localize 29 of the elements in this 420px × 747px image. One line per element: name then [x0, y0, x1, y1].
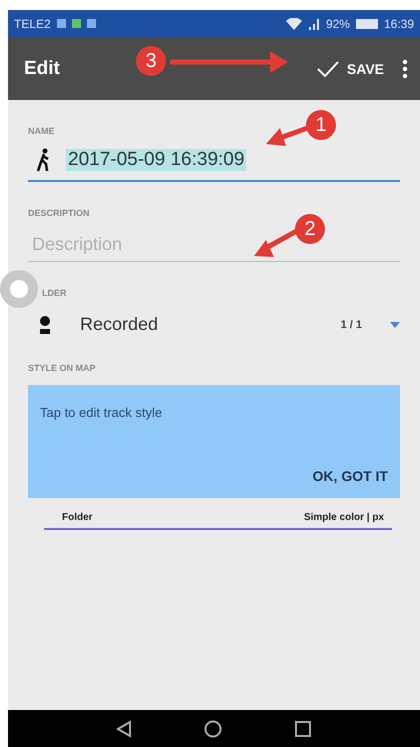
battery-icon: [356, 18, 378, 28]
home-icon[interactable]: [204, 720, 222, 738]
battery-percent: 92%: [326, 16, 350, 30]
carrier-name: TELE2: [14, 16, 51, 30]
annotation-number: 2: [295, 214, 325, 244]
dropdown-caret-icon[interactable]: [390, 322, 400, 328]
record-icon: [38, 314, 52, 334]
annotation-number: 1: [306, 110, 336, 140]
field-label: DESCRIPTION: [28, 208, 90, 218]
clock: 16:39: [384, 16, 414, 30]
field-label: LDER: [42, 288, 66, 298]
field-label: STYLE ON MAP: [28, 363, 96, 373]
hint-text: Tap to edit track style: [40, 405, 164, 420]
wifi-icon: [286, 18, 302, 30]
screen-title: Edit: [24, 58, 60, 80]
style-value: Simple color | px: [304, 512, 384, 523]
recents-icon[interactable]: [294, 720, 312, 738]
back-icon[interactable]: [116, 720, 132, 738]
signal-icon: [308, 18, 320, 30]
hint-card[interactable]: Tap to edit track style OK, GOT IT: [28, 385, 400, 498]
name-input[interactable]: 2017-05-09 16:39:09: [66, 149, 246, 171]
more-options-icon[interactable]: [402, 58, 408, 78]
folder-count: 1 / 1: [340, 318, 362, 330]
field-label: NAME: [28, 126, 54, 136]
style-folder: Folder: [62, 512, 93, 523]
folder-dropdown[interactable]: Recorded: [80, 314, 313, 335]
save-button[interactable]: SAVE: [312, 56, 388, 80]
check-icon: [316, 60, 339, 76]
dismiss-button[interactable]: OK, GOT IT: [312, 468, 388, 484]
